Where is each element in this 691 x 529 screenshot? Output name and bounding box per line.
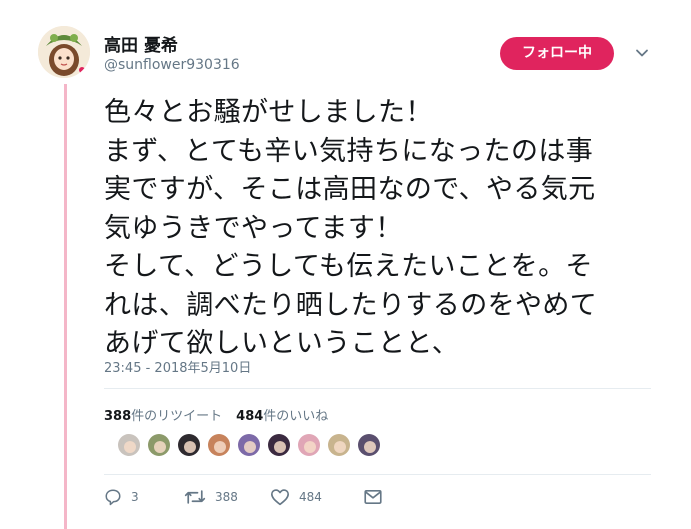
divider <box>104 474 651 475</box>
thread-line <box>64 84 67 529</box>
retweet-icon <box>184 490 206 504</box>
divider <box>104 388 651 389</box>
tweet-text-line: そして、どうしても伝えたいことを。そ <box>104 251 593 282</box>
reply-count: 3 <box>131 490 139 504</box>
retweets-stat-label: 件のリツイート <box>131 409 223 424</box>
likes-stat-count: 484 <box>236 409 264 424</box>
envelope-icon <box>364 490 382 504</box>
avatar-3[interactable] <box>177 433 201 457</box>
tweet-text-line: れは、調べたり晒したりするのをやめて <box>104 289 598 321</box>
tweet-text-line: 実ですが、そこは高田なので、やる気元 <box>104 174 596 205</box>
chevron-down-icon[interactable] <box>634 45 650 61</box>
like-count: 484 <box>299 490 322 504</box>
reply-icon <box>105 489 121 506</box>
likes-stat-label: 件のいいね <box>263 409 329 424</box>
tweet-text-line: まず、とても辛い気持ちになったのは事 <box>104 135 594 167</box>
avatar-2[interactable] <box>147 433 171 457</box>
avatar-6[interactable] <box>267 433 291 457</box>
avatar[interactable] <box>38 26 90 78</box>
avatar-image <box>38 26 90 78</box>
retweet-count: 388 <box>215 490 238 504</box>
tweet-text-line: 気ゆうきでやってます！ <box>104 212 403 244</box>
user-handle[interactable]: @sunflower930316 <box>104 57 240 73</box>
reply-button[interactable]: 3 <box>104 488 184 506</box>
display-name[interactable]: 高田 憂希 <box>104 31 178 56</box>
tweet-text: 色々とお騒がせしました！ まず、とても辛い気持ちになったのは事 実ですが、そこは… <box>104 94 664 364</box>
tweet-timestamp[interactable]: 23:45 - 2018年5月10日 <box>104 357 251 376</box>
tweet-text-line: 色々とお騒がせしました！ <box>104 97 433 128</box>
engagement-stats: 388件のリツイート 484件のいいね <box>104 405 328 424</box>
avatar-7[interactable] <box>297 433 321 457</box>
avatar-1[interactable] <box>117 433 141 457</box>
retweets-stat-count: 388 <box>104 409 132 424</box>
retweets-stat[interactable]: 388件のリツイート <box>104 405 222 424</box>
direct-message-button[interactable] <box>364 489 382 505</box>
avatar-4[interactable] <box>207 433 231 457</box>
avatar-8[interactable] <box>327 433 351 457</box>
avatar-9[interactable] <box>357 433 381 457</box>
liker-avatars <box>117 433 381 457</box>
likes-stat[interactable]: 484件のいいね <box>236 405 328 424</box>
action-bar: 3 388 484 <box>104 488 382 506</box>
avatar-5[interactable] <box>237 433 261 457</box>
following-button[interactable]: フォロー中 <box>500 37 614 70</box>
heart-icon <box>271 489 289 506</box>
like-button[interactable]: 484 <box>270 488 364 506</box>
retweet-button[interactable]: 388 <box>184 488 270 506</box>
